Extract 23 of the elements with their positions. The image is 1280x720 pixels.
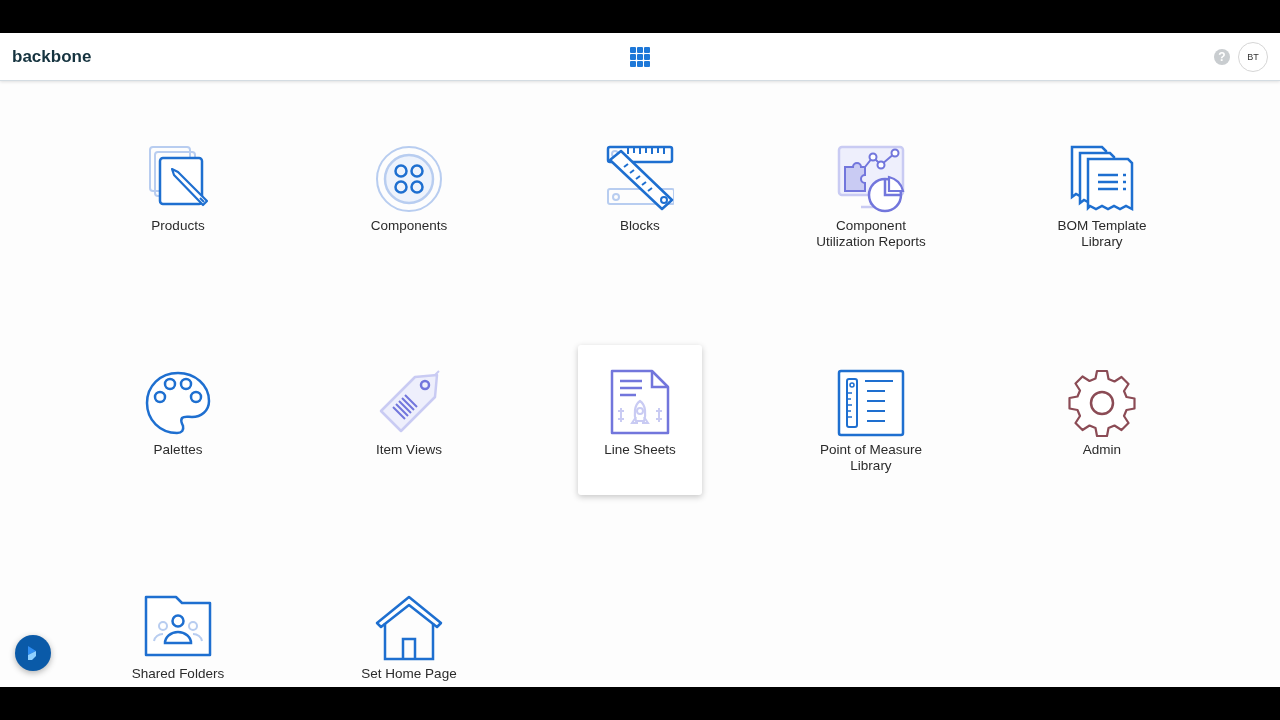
stacked-documents-icon [1068,145,1136,213]
app-tile[interactable]: Set Home Page [347,569,471,687]
app-tile[interactable]: Shared Folders [116,569,240,687]
app-tile[interactable]: Blocks [578,121,702,271]
app-tile[interactable]: Item Views [347,345,471,495]
app-tile[interactable]: Line Sheets [578,345,702,495]
app-tile[interactable]: Point of Measure Library [809,345,933,495]
palette-icon [144,369,212,437]
app-tile[interactable]: Palettes [116,345,240,495]
app-tile[interactable]: Products [116,121,240,271]
rulers-icon [606,145,674,213]
user-avatar[interactable]: BT [1238,41,1268,72]
ruler-document-icon [837,369,905,437]
house-icon [375,593,443,661]
app-tile[interactable]: Admin [1040,345,1164,495]
app-tile[interactable]: BOM Template Library [1040,121,1164,271]
gear-icon [1068,369,1136,437]
monitor-chart-icon [837,145,905,213]
app-tile[interactable]: Component Utilization Reports [809,121,933,271]
app-tile[interactable]: Components [347,121,471,271]
button-icon [375,145,443,213]
app-grid-icon[interactable] [630,46,650,67]
logo[interactable]: backbone [12,46,152,67]
